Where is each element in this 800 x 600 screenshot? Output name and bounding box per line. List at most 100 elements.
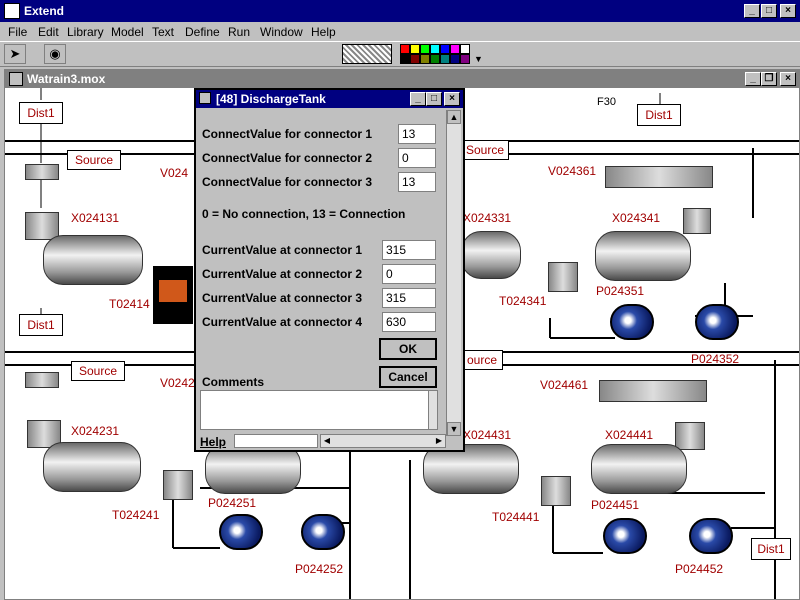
menu-edit[interactable]: Edit [38,25,59,39]
dialog-menu-icon[interactable] [199,92,211,104]
label-p024451: P024451 [591,498,640,512]
feed-hopper-b[interactable] [683,208,711,234]
help-link[interactable]: Help [200,435,226,449]
pointer-tool-icon[interactable]: ➤ [4,44,26,64]
pump-p024452-icon[interactable] [689,518,733,554]
current-value-3-input[interactable] [382,288,436,308]
color-palette[interactable] [400,44,474,64]
ok-button[interactable]: OK [379,338,437,360]
minimize-icon[interactable]: _ [744,4,760,18]
tank-t024241[interactable] [163,470,193,500]
label-x024231: X024231 [71,424,120,438]
dialog-minimize-icon[interactable]: _ [410,92,426,106]
dialog-maximize-icon[interactable]: □ [426,92,442,106]
label-p024351: P024351 [596,284,645,298]
cancel-button[interactable]: Cancel [379,366,437,388]
color-swatch[interactable] [410,54,420,64]
maximize-icon[interactable]: □ [761,4,777,18]
color-swatch[interactable] [420,44,430,54]
doc-restore-icon[interactable]: ❐ [761,72,777,86]
tank-t024341[interactable] [548,262,578,292]
color-swatch[interactable] [430,44,440,54]
label-f30: F30 [597,96,616,108]
valve-bank-bottom[interactable] [599,380,707,402]
menu-define[interactable]: Define [185,25,220,39]
color-swatch[interactable] [440,44,450,54]
pump-p024451-icon[interactable] [603,518,647,554]
current-label-4: CurrentValue at connector 4 [202,315,363,329]
valve-bank-top[interactable] [605,166,713,188]
ball-mill-x024441[interactable] [591,444,687,494]
label-v024361: V024361 [548,164,597,178]
source-block-d[interactable]: ource [461,350,503,370]
color-swatch[interactable] [450,44,460,54]
dist1-block-c[interactable]: Dist1 [19,314,63,336]
pump-p024351-b-icon[interactable] [695,304,739,340]
help-text-field[interactable] [234,434,318,448]
discharge-tank-block[interactable] [153,266,193,324]
label-t02414: T02414 [109,297,150,311]
dialog-close-icon[interactable]: × [444,92,460,106]
menu-file[interactable]: File [8,25,27,39]
color-swatch[interactable] [450,54,460,64]
pump-p024252-icon[interactable] [301,514,345,550]
menu-text[interactable]: Text [152,25,174,39]
menu-run[interactable]: Run [228,25,250,39]
label-t024241: T024241 [112,508,160,522]
feed-hopper-d[interactable] [675,422,705,450]
connect-value-1-input[interactable] [398,124,436,144]
current-value-2-input[interactable] [382,264,436,284]
color-swatch[interactable] [460,54,470,64]
menu-model[interactable]: Model [111,25,144,39]
dialog-horizontal-scrollbar[interactable]: ◀ ▶ [320,434,446,448]
app-icon[interactable] [4,3,20,19]
valve-block-c[interactable] [25,372,59,388]
current-value-1-input[interactable] [382,240,436,260]
menu-library[interactable]: Library [67,25,104,39]
connector-tool-icon[interactable]: ◉ [44,44,66,64]
ball-mill-x024341[interactable] [595,231,691,281]
comments-scrollbar[interactable] [428,391,437,429]
color-swatch[interactable] [400,44,410,54]
pattern-selector[interactable] [342,44,392,64]
color-swatch[interactable] [440,54,450,64]
scroll-up-icon[interactable]: ▲ [447,110,461,124]
palette-dropdown-icon[interactable]: ▼ [474,54,486,64]
dist1-block-d[interactable]: Dist1 [751,538,791,560]
color-swatch[interactable] [420,54,430,64]
valve-block[interactable] [25,164,59,180]
source-block-a[interactable]: Source [67,150,121,170]
scroll-down-icon[interactable]: ▼ [447,422,461,436]
ball-mill-x024231[interactable] [43,442,141,492]
connect-value-3-input[interactable] [398,172,436,192]
dialog-vertical-scrollbar[interactable]: ▲ ▼ [446,110,461,436]
ball-mill-x024131[interactable] [43,235,143,285]
current-value-4-input[interactable] [382,312,436,332]
scroll-left-icon[interactable]: ◀ [321,435,333,447]
connect-value-2-input[interactable] [398,148,436,168]
doc-close-icon[interactable]: × [780,72,796,86]
current-label-3: CurrentValue at connector 3 [202,291,363,305]
label-t024341: T024341 [499,294,547,308]
dist1-block-a[interactable]: Dist1 [19,102,63,124]
dist1-block-b[interactable]: Dist1 [637,104,681,126]
menu-window[interactable]: Window [260,25,303,39]
comments-textarea[interactable] [200,390,438,430]
color-swatch[interactable] [460,44,470,54]
source-block-b[interactable]: Source [461,140,509,160]
ball-mill-x024331[interactable] [461,231,521,279]
tank-t024441[interactable] [541,476,571,506]
menu-help[interactable]: Help [311,25,336,39]
color-swatch[interactable] [430,54,440,64]
doc-icon[interactable] [9,72,23,86]
source-block-c[interactable]: Source [71,361,125,381]
doc-minimize-icon[interactable]: _ [745,72,761,86]
pump-p024251-icon[interactable] [219,514,263,550]
close-icon[interactable]: × [780,4,796,18]
scroll-right-icon[interactable]: ▶ [433,435,445,447]
dialog-titlebar: [48] DischargeTank _ □ × [196,90,463,108]
color-swatch[interactable] [400,54,410,64]
color-swatch[interactable] [410,44,420,54]
menu-bar: File Edit Library Model Text Define Run … [0,22,800,41]
pump-p024351-a-icon[interactable] [610,304,654,340]
